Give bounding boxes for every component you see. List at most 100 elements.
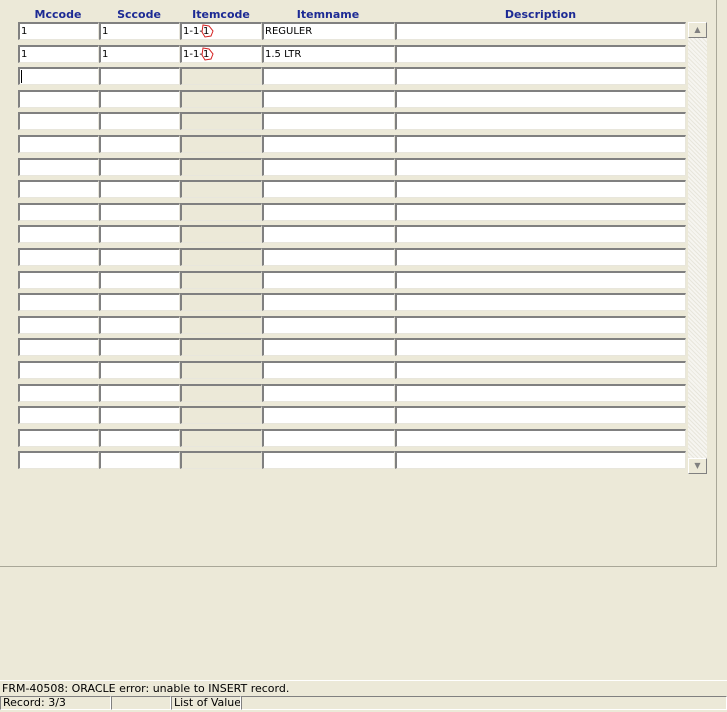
mccode-cell[interactable] — [18, 248, 99, 266]
sccode-cell[interactable] — [99, 248, 180, 266]
itemcode-cell[interactable] — [180, 406, 262, 424]
description-cell[interactable] — [395, 112, 686, 130]
vertical-scrollbar[interactable]: ▲ ▼ — [688, 22, 707, 474]
sccode-cell[interactable] — [99, 406, 180, 424]
mccode-cell[interactable] — [18, 316, 99, 334]
itemname-cell[interactable] — [262, 316, 395, 334]
description-cell[interactable] — [395, 384, 686, 402]
mccode-cell[interactable] — [18, 90, 99, 108]
scroll-down-button[interactable]: ▼ — [688, 458, 707, 474]
itemname-cell[interactable] — [262, 135, 395, 153]
description-cell[interactable] — [395, 316, 686, 334]
description-cell[interactable] — [395, 361, 686, 379]
sccode-cell[interactable] — [99, 293, 180, 311]
description-cell[interactable] — [395, 271, 686, 289]
sccode-cell[interactable]: 1 — [99, 22, 180, 40]
itemcode-cell[interactable]: 1-1-1 — [180, 45, 262, 63]
itemname-cell[interactable] — [262, 406, 395, 424]
sccode-cell[interactable] — [99, 135, 180, 153]
itemcode-cell[interactable] — [180, 112, 262, 130]
sccode-cell[interactable] — [99, 316, 180, 334]
itemcode-cell[interactable] — [180, 248, 262, 266]
itemname-cell[interactable] — [262, 203, 395, 221]
itemcode-cell[interactable] — [180, 384, 262, 402]
itemname-cell[interactable] — [262, 384, 395, 402]
itemcode-cell[interactable] — [180, 180, 262, 198]
mccode-cell[interactable] — [18, 451, 99, 469]
mccode-cell[interactable] — [18, 112, 99, 130]
description-cell[interactable] — [395, 451, 686, 469]
description-cell[interactable] — [395, 90, 686, 108]
mccode-cell[interactable] — [18, 406, 99, 424]
sccode-cell[interactable] — [99, 158, 180, 176]
mccode-cell[interactable]: 1 — [18, 22, 99, 40]
itemcode-cell[interactable] — [180, 67, 262, 85]
mccode-cell[interactable] — [18, 67, 99, 85]
itemcode-cell[interactable] — [180, 429, 262, 447]
sccode-cell[interactable]: 1 — [99, 45, 180, 63]
itemcode-cell[interactable] — [180, 135, 262, 153]
itemname-cell[interactable] — [262, 112, 395, 130]
mccode-cell[interactable] — [18, 203, 99, 221]
itemcode-cell[interactable] — [180, 451, 262, 469]
description-cell[interactable] — [395, 248, 686, 266]
sccode-cell[interactable] — [99, 271, 180, 289]
scroll-up-button[interactable]: ▲ — [688, 22, 707, 38]
description-cell[interactable] — [395, 135, 686, 153]
description-cell[interactable] — [395, 67, 686, 85]
itemname-cell[interactable] — [262, 293, 395, 311]
description-cell[interactable] — [395, 338, 686, 356]
itemcode-cell[interactable] — [180, 316, 262, 334]
sccode-cell[interactable] — [99, 338, 180, 356]
mccode-cell[interactable] — [18, 180, 99, 198]
itemcode-cell[interactable]: 1-1-1 — [180, 22, 262, 40]
mccode-cell[interactable] — [18, 225, 99, 243]
itemcode-cell[interactable] — [180, 293, 262, 311]
sccode-cell[interactable] — [99, 180, 180, 198]
itemname-cell[interactable] — [262, 67, 395, 85]
itemname-cell[interactable] — [262, 90, 395, 108]
itemname-cell[interactable]: 1.5 LTR — [262, 45, 395, 63]
itemcode-cell[interactable] — [180, 338, 262, 356]
description-cell[interactable] — [395, 429, 686, 447]
sccode-cell[interactable] — [99, 429, 180, 447]
mccode-cell[interactable] — [18, 338, 99, 356]
sccode-cell[interactable] — [99, 90, 180, 108]
itemcode-cell[interactable] — [180, 225, 262, 243]
itemname-cell[interactable] — [262, 180, 395, 198]
itemcode-cell[interactable] — [180, 90, 262, 108]
itemname-cell[interactable] — [262, 225, 395, 243]
mccode-cell[interactable] — [18, 135, 99, 153]
description-cell[interactable] — [395, 158, 686, 176]
sccode-cell[interactable] — [99, 384, 180, 402]
sccode-cell[interactable] — [99, 112, 180, 130]
description-cell[interactable] — [395, 293, 686, 311]
sccode-cell[interactable] — [99, 451, 180, 469]
description-cell[interactable] — [395, 406, 686, 424]
description-cell[interactable] — [395, 180, 686, 198]
mccode-cell[interactable]: 1 — [18, 45, 99, 63]
itemname-cell[interactable] — [262, 361, 395, 379]
mccode-cell[interactable] — [18, 293, 99, 311]
mccode-cell[interactable] — [18, 271, 99, 289]
itemname-cell[interactable] — [262, 158, 395, 176]
itemcode-cell[interactable] — [180, 361, 262, 379]
mccode-cell[interactable] — [18, 429, 99, 447]
itemname-cell[interactable]: REGULER — [262, 22, 395, 40]
mccode-cell[interactable] — [18, 384, 99, 402]
sccode-cell[interactable] — [99, 67, 180, 85]
mccode-cell[interactable] — [18, 158, 99, 176]
sccode-cell[interactable] — [99, 203, 180, 221]
description-cell[interactable] — [395, 225, 686, 243]
itemname-cell[interactable] — [262, 271, 395, 289]
itemcode-cell[interactable] — [180, 271, 262, 289]
description-cell[interactable] — [395, 22, 686, 40]
description-cell[interactable] — [395, 45, 686, 63]
sccode-cell[interactable] — [99, 361, 180, 379]
itemname-cell[interactable] — [262, 338, 395, 356]
description-cell[interactable] — [395, 203, 686, 221]
itemcode-cell[interactable] — [180, 158, 262, 176]
mccode-cell[interactable] — [18, 361, 99, 379]
itemname-cell[interactable] — [262, 429, 395, 447]
sccode-cell[interactable] — [99, 225, 180, 243]
